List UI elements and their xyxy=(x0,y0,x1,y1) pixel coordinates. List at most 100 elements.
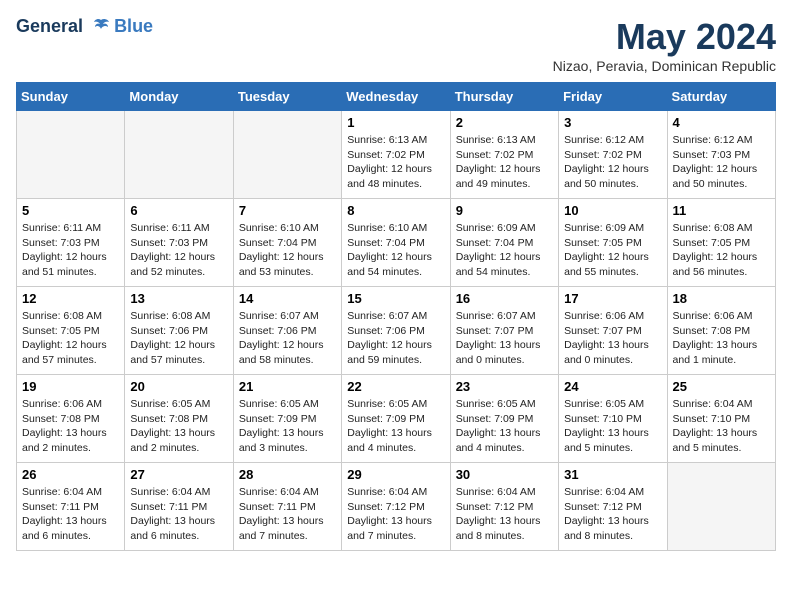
day-cell-1-2 xyxy=(125,111,233,199)
day-number: 3 xyxy=(564,115,661,130)
day-cell-5-4: 29 Sunrise: 6:04 AMSunset: 7:12 PMDayligh… xyxy=(342,463,450,551)
col-sunday: Sunday xyxy=(17,83,125,111)
day-cell-5-6: 31 Sunrise: 6:04 AMSunset: 7:12 PMDayligh… xyxy=(559,463,667,551)
day-number: 18 xyxy=(673,291,770,306)
day-cell-4-2: 20 Sunrise: 6:05 AMSunset: 7:08 PMDayligh… xyxy=(125,375,233,463)
day-cell-3-7: 18 Sunrise: 6:06 AMSunset: 7:08 PMDayligh… xyxy=(667,287,775,375)
day-number: 22 xyxy=(347,379,444,394)
day-number: 4 xyxy=(673,115,770,130)
day-info: Sunrise: 6:13 AMSunset: 7:02 PMDaylight:… xyxy=(456,133,553,192)
day-number: 13 xyxy=(130,291,227,306)
calendar-table: Sunday Monday Tuesday Wednesday Thursday… xyxy=(16,82,776,551)
day-cell-3-4: 15 Sunrise: 6:07 AMSunset: 7:06 PMDayligh… xyxy=(342,287,450,375)
day-number: 10 xyxy=(564,203,661,218)
location: Nizao, Peravia, Dominican Republic xyxy=(553,58,776,74)
day-number: 6 xyxy=(130,203,227,218)
logo-text: General xyxy=(16,16,112,38)
day-info: Sunrise: 6:07 AMSunset: 7:06 PMDaylight:… xyxy=(347,309,444,368)
day-info: Sunrise: 6:09 AMSunset: 7:04 PMDaylight:… xyxy=(456,221,553,280)
logo-blue: Blue xyxy=(114,17,153,37)
day-number: 12 xyxy=(22,291,119,306)
day-number: 5 xyxy=(22,203,119,218)
day-info: Sunrise: 6:11 AMSunset: 7:03 PMDaylight:… xyxy=(130,221,227,280)
day-cell-1-6: 3 Sunrise: 6:12 AMSunset: 7:02 PMDaylight… xyxy=(559,111,667,199)
day-info: Sunrise: 6:05 AMSunset: 7:09 PMDaylight:… xyxy=(347,397,444,456)
day-cell-3-6: 17Sunrise: 6:06 AMSunset: 7:07 PMDayligh… xyxy=(559,287,667,375)
day-cell-3-3: 14 Sunrise: 6:07 AMSunset: 7:06 PMDayligh… xyxy=(233,287,341,375)
day-info: Sunrise: 6:05 AMSunset: 7:10 PMDaylight:… xyxy=(564,397,661,456)
day-info: Sunrise: 6:08 AMSunset: 7:05 PMDaylight:… xyxy=(673,221,770,280)
day-number: 31 xyxy=(564,467,661,482)
day-info: Sunrise: 6:08 AMSunset: 7:06 PMDaylight:… xyxy=(130,309,227,368)
day-cell-4-7: 25Sunrise: 6:04 AMSunset: 7:10 PMDayligh… xyxy=(667,375,775,463)
day-cell-2-7: 11 Sunrise: 6:08 AMSunset: 7:05 PMDayligh… xyxy=(667,199,775,287)
day-info: Sunrise: 6:10 AMSunset: 7:04 PMDaylight:… xyxy=(239,221,336,280)
day-info: Sunrise: 6:06 AMSunset: 7:08 PMDaylight:… xyxy=(673,309,770,368)
logo-bird-icon xyxy=(90,16,112,38)
day-info: Sunrise: 6:13 AMSunset: 7:02 PMDaylight:… xyxy=(347,133,444,192)
week-row-3: 12 Sunrise: 6:08 AMSunset: 7:05 PMDayligh… xyxy=(17,287,776,375)
col-friday: Friday xyxy=(559,83,667,111)
day-cell-5-2: 27 Sunrise: 6:04 AMSunset: 7:11 PMDayligh… xyxy=(125,463,233,551)
day-info: Sunrise: 6:07 AMSunset: 7:06 PMDaylight:… xyxy=(239,309,336,368)
day-number: 28 xyxy=(239,467,336,482)
week-row-1: 1Sunrise: 6:13 AMSunset: 7:02 PMDaylight… xyxy=(17,111,776,199)
day-info: Sunrise: 6:05 AMSunset: 7:08 PMDaylight:… xyxy=(130,397,227,456)
day-info: Sunrise: 6:05 AMSunset: 7:09 PMDaylight:… xyxy=(239,397,336,456)
day-cell-4-5: 23 Sunrise: 6:05 AMSunset: 7:09 PMDayligh… xyxy=(450,375,558,463)
title-section: May 2024 Nizao, Peravia, Dominican Repub… xyxy=(553,16,776,74)
day-number: 25 xyxy=(673,379,770,394)
col-tuesday: Tuesday xyxy=(233,83,341,111)
day-cell-2-4: 8Sunrise: 6:10 AMSunset: 7:04 PMDaylight… xyxy=(342,199,450,287)
day-number: 14 xyxy=(239,291,336,306)
col-wednesday: Wednesday xyxy=(342,83,450,111)
col-thursday: Thursday xyxy=(450,83,558,111)
day-info: Sunrise: 6:11 AMSunset: 7:03 PMDaylight:… xyxy=(22,221,119,280)
day-cell-2-1: 5 Sunrise: 6:11 AMSunset: 7:03 PMDaylight… xyxy=(17,199,125,287)
week-row-5: 26 Sunrise: 6:04 AMSunset: 7:11 PMDayligh… xyxy=(17,463,776,551)
day-info: Sunrise: 6:05 AMSunset: 7:09 PMDaylight:… xyxy=(456,397,553,456)
day-cell-5-1: 26 Sunrise: 6:04 AMSunset: 7:11 PMDayligh… xyxy=(17,463,125,551)
day-number: 15 xyxy=(347,291,444,306)
day-number: 16 xyxy=(456,291,553,306)
day-number: 27 xyxy=(130,467,227,482)
day-cell-2-6: 10 Sunrise: 6:09 AMSunset: 7:05 PMDayligh… xyxy=(559,199,667,287)
day-number: 20 xyxy=(130,379,227,394)
day-info: Sunrise: 6:10 AMSunset: 7:04 PMDaylight:… xyxy=(347,221,444,280)
day-cell-2-3: 7 Sunrise: 6:10 AMSunset: 7:04 PMDaylight… xyxy=(233,199,341,287)
logo: General Blue xyxy=(16,16,153,38)
week-row-2: 5 Sunrise: 6:11 AMSunset: 7:03 PMDaylight… xyxy=(17,199,776,287)
calendar-header-row: Sunday Monday Tuesday Wednesday Thursday… xyxy=(17,83,776,111)
day-info: Sunrise: 6:04 AMSunset: 7:12 PMDaylight:… xyxy=(347,485,444,544)
page-header: General Blue May 2024 Nizao, Peravia, Do… xyxy=(16,16,776,74)
month-year: May 2024 xyxy=(553,16,776,58)
day-cell-1-1 xyxy=(17,111,125,199)
day-cell-2-2: 6 Sunrise: 6:11 AMSunset: 7:03 PMDaylight… xyxy=(125,199,233,287)
day-number: 23 xyxy=(456,379,553,394)
col-monday: Monday xyxy=(125,83,233,111)
day-cell-5-7 xyxy=(667,463,775,551)
day-number: 26 xyxy=(22,467,119,482)
day-number: 19 xyxy=(22,379,119,394)
day-number: 11 xyxy=(673,203,770,218)
day-info: Sunrise: 6:04 AMSunset: 7:11 PMDaylight:… xyxy=(239,485,336,544)
day-number: 29 xyxy=(347,467,444,482)
day-number: 7 xyxy=(239,203,336,218)
day-info: Sunrise: 6:08 AMSunset: 7:05 PMDaylight:… xyxy=(22,309,119,368)
day-cell-1-7: 4 Sunrise: 6:12 AMSunset: 7:03 PMDaylight… xyxy=(667,111,775,199)
day-info: Sunrise: 6:12 AMSunset: 7:03 PMDaylight:… xyxy=(673,133,770,192)
day-info: Sunrise: 6:09 AMSunset: 7:05 PMDaylight:… xyxy=(564,221,661,280)
day-cell-4-4: 22 Sunrise: 6:05 AMSunset: 7:09 PMDayligh… xyxy=(342,375,450,463)
day-cell-1-4: 1Sunrise: 6:13 AMSunset: 7:02 PMDaylight… xyxy=(342,111,450,199)
day-info: Sunrise: 6:04 AMSunset: 7:11 PMDaylight:… xyxy=(22,485,119,544)
day-info: Sunrise: 6:07 AMSunset: 7:07 PMDaylight:… xyxy=(456,309,553,368)
day-number: 21 xyxy=(239,379,336,394)
day-number: 17 xyxy=(564,291,661,306)
day-info: Sunrise: 6:12 AMSunset: 7:02 PMDaylight:… xyxy=(564,133,661,192)
day-number: 9 xyxy=(456,203,553,218)
day-info: Sunrise: 6:04 AMSunset: 7:12 PMDaylight:… xyxy=(564,485,661,544)
day-info: Sunrise: 6:04 AMSunset: 7:11 PMDaylight:… xyxy=(130,485,227,544)
day-cell-4-3: 21 Sunrise: 6:05 AMSunset: 7:09 PMDayligh… xyxy=(233,375,341,463)
day-info: Sunrise: 6:04 AMSunset: 7:12 PMDaylight:… xyxy=(456,485,553,544)
day-cell-3-1: 12 Sunrise: 6:08 AMSunset: 7:05 PMDayligh… xyxy=(17,287,125,375)
